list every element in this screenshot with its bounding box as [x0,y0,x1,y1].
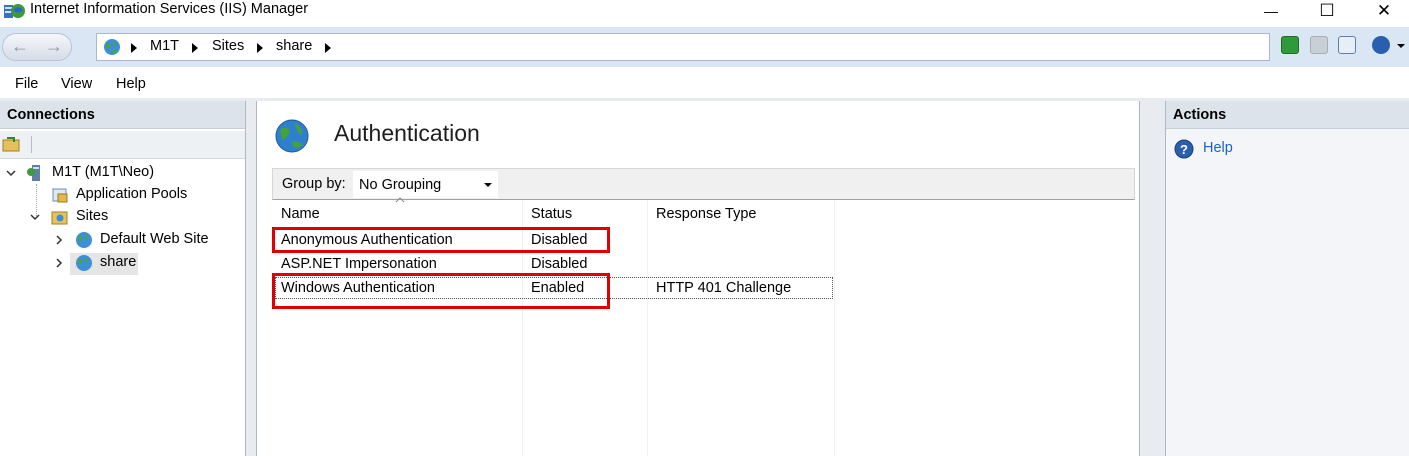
tree-item-application-pools[interactable]: Application Pools [0,186,246,206]
highlight-box-anonymous [272,227,610,253]
help-icon[interactable]: ? [1174,139,1194,159]
tree-item-server[interactable]: M1T (M1T\Neo) [0,164,246,184]
breadcrumb-separator-icon [325,43,331,53]
tree-item-label: Default Web Site [100,231,209,247]
authentication-table: Name Status Response Type Anonymous Auth… [272,197,1135,456]
address-field[interactable]: M1T Sites share [96,33,1270,61]
title-bar: Internet Information Services (IIS) Mana… [0,0,1409,22]
nav-buttons: ← → [2,33,72,61]
stop-icon[interactable] [1310,36,1328,54]
toolbar-separator [31,136,32,153]
chevron-down-icon[interactable] [6,168,16,178]
cell-name: ASP.NET Impersonation [281,256,437,272]
authentication-globe-icon [275,119,309,153]
group-by-bar: Group by: No Grouping [272,168,1135,200]
highlight-box-windows [272,273,610,309]
breadcrumb-sites[interactable]: Sites [212,38,244,54]
app-pools-icon [52,188,68,203]
group-by-dropdown[interactable]: No Grouping [353,171,498,198]
menu-file[interactable]: File [15,76,38,92]
back-arrow-icon[interactable]: ← [11,36,29,57]
minimize-icon: — [1264,3,1278,19]
actions-title: Actions [1173,107,1227,123]
cell-status: Disabled [531,256,588,272]
menu-bar: File View Help [0,70,1409,98]
maximize-icon: ☐ [1319,1,1335,20]
minimize-button[interactable]: — [1248,0,1294,22]
group-by-value: No Grouping [359,177,442,193]
connections-toolbar [0,131,245,159]
tree-item-default-web-site[interactable]: Default Web Site [0,231,246,251]
feature-pane: Authentication Group by: No Grouping Nam… [256,101,1140,456]
chevron-down-icon[interactable] [30,212,40,222]
iis-manager-icon [4,4,25,18]
tree-item-label: Sites [76,208,109,224]
group-by-label: Group by: [282,176,346,192]
chevron-right-icon[interactable] [54,258,64,268]
tree-item-share[interactable]: share [0,253,246,275]
close-icon: ✕ [1376,1,1392,20]
breadcrumb-separator-icon [131,43,137,53]
actions-pane: Actions ? Help [1165,101,1409,456]
feature-title: Authentication [334,120,480,146]
column-separator [834,200,835,456]
actions-header: Actions [1166,101,1409,129]
table-row[interactable]: ASP.NET Impersonation Disabled [275,253,832,275]
svg-text:?: ? [1180,142,1188,157]
help-icon[interactable] [1372,36,1390,54]
tree-item-label: M1T (M1T\Neo) [52,164,155,180]
home-icon[interactable] [1338,36,1356,54]
column-header-name[interactable]: Name [281,206,320,222]
column-header-status[interactable]: Status [531,206,572,222]
menu-help[interactable]: Help [116,76,146,92]
tree-item-sites[interactable]: Sites [0,208,246,228]
help-dropdown-icon[interactable] [1397,44,1405,48]
breadcrumb-share[interactable]: share [276,38,312,54]
dropdown-arrow-icon [484,183,492,187]
create-new-connection-icon[interactable] [2,135,22,153]
breadcrumb-m1t[interactable]: M1T [150,38,179,54]
globe-icon [76,255,92,271]
maximize-button[interactable]: ☐ [1304,0,1350,22]
connections-title: Connections [7,107,95,123]
help-action-link[interactable]: Help [1203,140,1233,156]
sites-folder-icon [51,211,68,225]
connections-pane: Connections M1T (M1T\Neo) Application Po… [0,101,246,456]
window-title: Internet Information Services (IIS) Mana… [30,1,309,17]
forward-arrow-icon[interactable]: → [45,36,63,57]
globe-icon [76,232,92,248]
column-header-response-type[interactable]: Response Type [656,206,757,222]
chevron-right-icon[interactable] [54,235,64,245]
globe-icon [104,39,120,55]
cell-response-type: HTTP 401 Challenge [656,280,792,296]
breadcrumb-separator-icon [257,43,263,53]
address-bar: ← → M1T Sites share [0,27,1409,67]
server-icon [27,165,40,181]
close-button[interactable]: ✕ [1361,0,1407,22]
menu-view[interactable]: View [61,76,92,92]
tree-item-label: share [100,254,137,270]
connections-header: Connections [0,101,245,129]
refresh-icon[interactable] [1281,36,1299,54]
sort-ascending-icon [395,197,405,203]
tree-item-label: Application Pools [76,186,188,202]
breadcrumb-separator-icon [192,43,198,53]
